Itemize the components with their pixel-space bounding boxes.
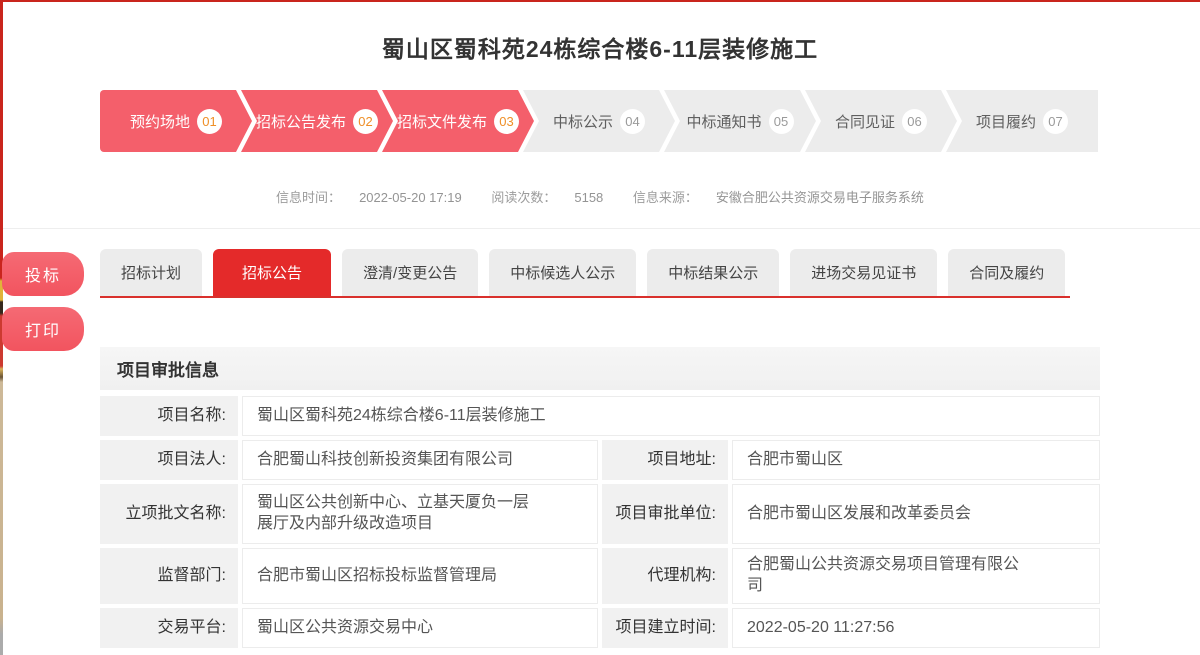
field-create-time-label: 项目建立时间: [602,608,728,648]
tab-clarification-change[interactable]: 澄清/变更公告 [342,249,478,296]
step-label: 招标公告发布 [256,111,346,132]
step-label: 预约场地 [130,111,190,132]
field-project-name-label: 项目名称: [100,396,238,436]
field-trading-platform-value: 蜀山区公共资源交易中心 [242,608,598,648]
info-time-label: 信息时间： [276,190,341,205]
step-label: 招标文件发布 [397,111,487,132]
step-number-badge: 03 [494,109,519,134]
tab-bar: 招标计划 招标公告 澄清/变更公告 中标候选人公示 中标结果公示 进场交易见证书… [100,249,1100,296]
field-project-address-value: 合肥市蜀山区 [732,440,1100,480]
info-views-value: 5158 [574,190,603,205]
step-tender-announcement: 招标公告发布 02 [241,90,393,152]
step-number-badge: 06 [902,109,927,134]
step-number-badge: 01 [197,109,222,134]
field-legal-person-label: 项目法人: [100,440,238,480]
step-label: 项目履约 [976,111,1036,132]
step-label: 中标通知书 [686,111,761,132]
field-approval-doc-value: 蜀山区公共创新中心、立基天厦负一层展厅及内部升级改造项目 [242,484,598,544]
step-contract-witness: 合同见证 06 [805,90,957,152]
section-header-approval-info: 项目审批信息 [100,347,1100,390]
page-title: 蜀山区蜀科苑24栋综合楼6-11层装修施工 [0,30,1200,64]
field-approval-unit-label: 项目审批单位: [602,484,728,544]
step-label: 合同见证 [835,111,895,132]
field-approval-unit-value: 合肥市蜀山区发展和改革委员会 [732,484,1100,544]
field-supervision-dept-label: 监督部门: [100,548,238,604]
info-meta-line: 信息时间： 2022-05-20 17:19 阅读次数： 5158 信息来源： 安徽合… [0,187,1200,206]
step-number-badge: 04 [620,109,645,134]
tab-entry-certificate[interactable]: 进场交易见证书 [790,249,937,296]
tab-contract-performance[interactable]: 合同及履约 [948,249,1065,296]
horizontal-divider [0,228,1200,229]
tab-tender-plan[interactable]: 招标计划 [100,249,202,296]
field-project-address-label: 项目地址: [602,440,728,480]
top-accent-bar [0,0,1200,2]
step-label: 中标公示 [553,111,613,132]
field-create-time-value: 2022-05-20 11:27:56 [732,608,1100,648]
tab-active-underline [100,296,1070,298]
field-legal-person-value: 合肥蜀山科技创新投资集团有限公司 [242,440,598,480]
field-project-name-value: 蜀山区蜀科苑24栋综合楼6-11层装修施工 [242,396,1100,436]
tab-tender-announcement[interactable]: 招标公告 [213,249,331,296]
step-number-badge: 07 [1043,109,1068,134]
tab-result-publicity[interactable]: 中标结果公示 [647,249,779,296]
step-tender-documents: 招标文件发布 03 [382,90,534,152]
field-supervision-dept-value: 合肥市蜀山区招标投标监督管理局 [242,548,598,604]
step-number-badge: 05 [769,109,794,134]
step-project-performance: 项目履约 07 [946,90,1098,152]
info-views-label: 阅读次数： [491,190,556,205]
step-award-notice: 中标通知书 05 [664,90,816,152]
field-agency-label: 代理机构: [602,548,728,604]
section-title: 项目审批信息 [117,356,219,381]
step-winner-publicity: 中标公示 04 [523,90,675,152]
info-source-value: 安徽合肥公共资源交易电子服务系统 [716,190,924,205]
info-time-value: 2022-05-20 17:19 [359,190,462,205]
progress-steps: 预约场地 01 招标公告发布 02 招标文件发布 03 中标公示 04 中标通知… [100,90,1098,152]
field-agency-value: 合肥蜀山公共资源交易项目管理有限公司 [732,548,1100,604]
bid-button[interactable]: 投标 [2,252,84,296]
approval-info-table: 项目名称: 蜀山区蜀科苑24栋综合楼6-11层装修施工 项目法人: 合肥蜀山科技… [100,396,1104,648]
field-approval-doc-label: 立项批文名称: [100,484,238,544]
print-button[interactable]: 打印 [2,307,84,351]
step-number-badge: 02 [353,109,378,134]
step-reserve-venue: 预约场地 01 [100,90,252,152]
tab-candidate-publicity[interactable]: 中标候选人公示 [489,249,636,296]
field-trading-platform-label: 交易平台: [100,608,238,648]
info-source-label: 信息来源： [633,190,698,205]
